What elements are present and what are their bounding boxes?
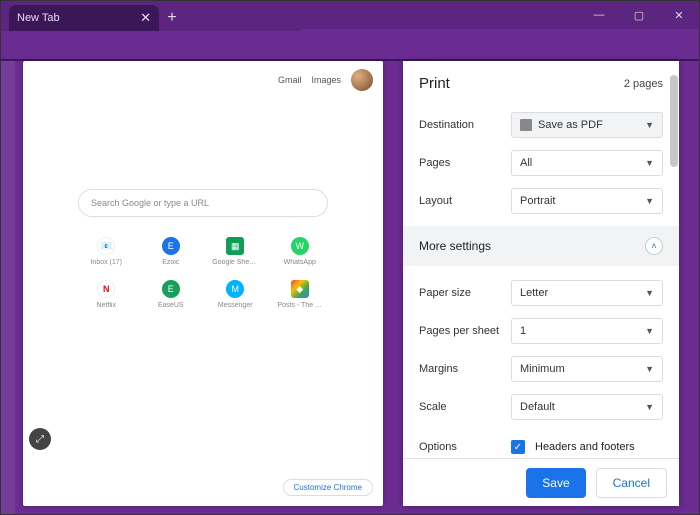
scale-select[interactable]: Default ▼ <box>511 394 663 420</box>
tab-strip: New Tab ✕ + <box>1 1 301 31</box>
shortcut-label: EaseUS <box>148 302 194 309</box>
pages-per-sheet-label: Pages per sheet <box>419 325 511 337</box>
options-label: Options <box>419 441 511 453</box>
shortcut-label: Posts - The … <box>277 302 323 309</box>
chevron-down-icon: ▼ <box>645 196 654 206</box>
chevron-down-icon: ▼ <box>645 364 654 374</box>
shortcut-label: Messenger <box>212 302 258 309</box>
pages-select[interactable]: All ▼ <box>511 150 663 176</box>
shortcut-label: Google Sheets <box>212 259 258 266</box>
shortcut-icon: M <box>226 280 244 298</box>
preview-search-placeholder: Search Google or type a URL <box>91 198 209 208</box>
shortcut-item[interactable]: ▦ Google Sheets <box>207 237 264 266</box>
preview-search-bar: Search Google or type a URL <box>78 189 328 217</box>
chevron-up-icon: ˄ <box>645 237 663 255</box>
margins-label: Margins <box>419 363 511 375</box>
images-link[interactable]: Images <box>311 75 341 85</box>
pdf-icon <box>520 119 532 131</box>
print-preview-page[interactable]: Gmail Images Search Google or type a URL… <box>23 61 383 506</box>
layout-label: Layout <box>419 195 511 207</box>
scale-label: Scale <box>419 401 511 413</box>
new-tab-button[interactable]: + <box>159 5 185 31</box>
content-area: Gmail Images Search Google or type a URL… <box>1 61 699 514</box>
save-button[interactable]: Save <box>526 468 585 498</box>
layout-select[interactable]: Portrait ▼ <box>511 188 663 214</box>
shortcut-icon: 📧 <box>97 237 115 255</box>
chevron-down-icon: ▼ <box>645 158 654 168</box>
shortcut-icon: ▦ <box>226 237 244 255</box>
shortcut-item[interactable]: 📧 Inbox (17) <box>78 237 135 266</box>
window-close-button[interactable]: ✕ <box>659 1 699 29</box>
shortcut-icon: E <box>162 237 180 255</box>
cancel-button[interactable]: Cancel <box>596 468 667 498</box>
browser-tab[interactable]: New Tab ✕ <box>9 5 159 31</box>
page-count-label: 2 pages <box>624 78 663 90</box>
dialog-scroll-area[interactable]: Print 2 pages Destination Save as PDF ▼ … <box>403 61 679 458</box>
preview-avatar[interactable] <box>351 69 373 91</box>
shortcut-item[interactable]: E EaseUS <box>143 280 200 309</box>
pages-per-sheet-select[interactable]: 1 ▼ <box>511 318 663 344</box>
zoom-fullscreen-icon[interactable]: ⤢ <box>29 428 51 450</box>
chevron-down-icon: ▼ <box>645 326 654 336</box>
gmail-link[interactable]: Gmail <box>278 75 302 85</box>
tab-close-icon[interactable]: ✕ <box>140 10 151 26</box>
print-dialog: Print 2 pages Destination Save as PDF ▼ … <box>403 61 679 506</box>
pages-label: Pages <box>419 157 511 169</box>
shortcut-item[interactable]: ◆ Posts - The … <box>272 280 329 309</box>
paper-size-select[interactable]: Letter ▼ <box>511 280 663 306</box>
shortcut-label: Ezoic <box>148 259 194 266</box>
shortcut-label: Netflix <box>83 302 129 309</box>
shortcut-icon: E <box>162 280 180 298</box>
destination-label: Destination <box>419 119 511 131</box>
preview-header: Gmail Images <box>23 61 383 99</box>
window-maximize-button[interactable]: ▢ <box>619 1 659 29</box>
customize-chrome-button[interactable]: Customize Chrome <box>283 479 373 496</box>
shortcut-item[interactable]: E Ezoic <box>143 237 200 266</box>
scrollbar-thumb[interactable] <box>670 75 678 167</box>
shortcut-item[interactable]: W WhatsApp <box>272 237 329 266</box>
chevron-down-icon: ▼ <box>645 288 654 298</box>
left-strip <box>1 61 15 514</box>
window-minimize-button[interactable]: — <box>579 1 619 29</box>
shortcut-icon: N <box>97 280 115 298</box>
dialog-title: Print <box>419 75 450 92</box>
shortcuts-grid: 📧 Inbox (17) E Ezoic ▦ Google Sheets W Whats… <box>78 237 328 309</box>
shortcut-label: Inbox (17) <box>83 259 129 266</box>
shortcut-item[interactable]: M Messenger <box>207 280 264 309</box>
destination-select[interactable]: Save as PDF ▼ <box>511 112 663 138</box>
shortcut-label: WhatsApp <box>277 259 323 266</box>
margins-select[interactable]: Minimum ▼ <box>511 356 663 382</box>
shortcut-icon: ◆ <box>291 280 309 298</box>
more-settings-toggle[interactable]: More settings ˄ <box>403 226 679 266</box>
dialog-footer: Save Cancel <box>403 458 679 506</box>
chevron-down-icon: ▼ <box>645 120 654 130</box>
chevron-down-icon: ▼ <box>645 402 654 412</box>
shortcut-item[interactable]: N Netflix <box>78 280 135 309</box>
headers-footers-checkbox[interactable]: ✓ <box>511 440 525 454</box>
tab-title: New Tab <box>17 12 60 24</box>
paper-size-label: Paper size <box>419 287 511 299</box>
headers-footers-label: Headers and footers <box>535 441 635 453</box>
shortcut-icon: W <box>291 237 309 255</box>
more-settings-label: More settings <box>419 239 491 253</box>
